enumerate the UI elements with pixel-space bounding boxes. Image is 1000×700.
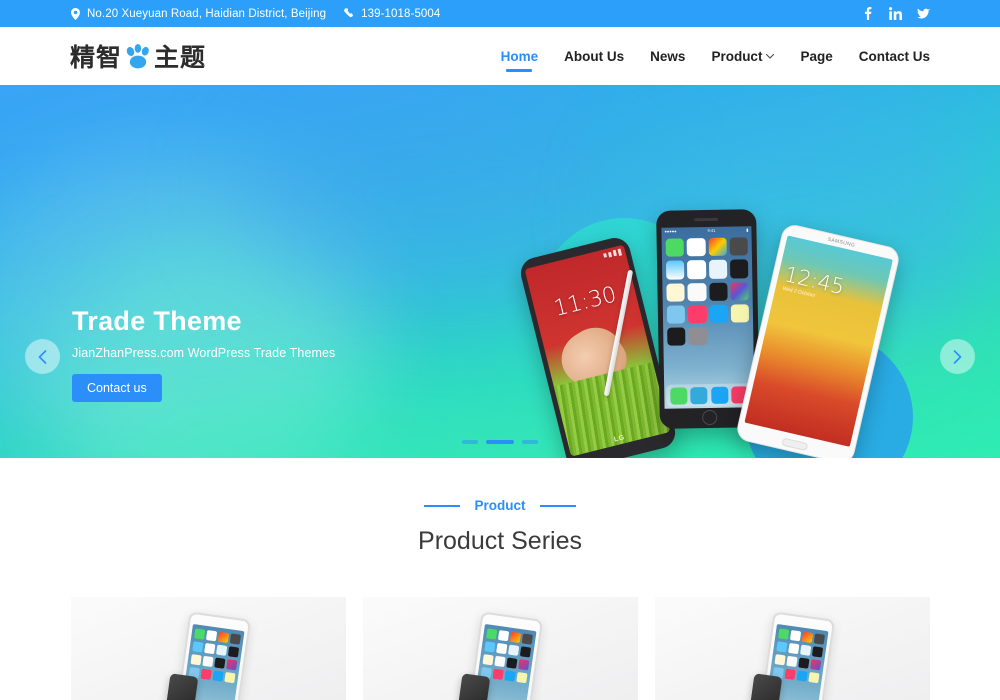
twitter-icon[interactable]: [917, 7, 930, 20]
slider-dot-1[interactable]: [462, 440, 478, 444]
location-pin-icon: [70, 7, 81, 20]
chevron-right-icon: [953, 349, 962, 364]
slider-dot-2[interactable]: [486, 440, 514, 444]
facebook-icon[interactable]: [861, 7, 874, 20]
linkedin-icon[interactable]: [889, 7, 902, 20]
slider-next-button[interactable]: [940, 339, 975, 374]
nav-item-contact-us[interactable]: Contact Us: [859, 27, 930, 85]
nav-item-news[interactable]: News: [650, 27, 685, 85]
section-title: Product Series: [418, 527, 582, 555]
hero-contact-button[interactable]: Contact us: [72, 373, 162, 402]
hero-caption: Trade Theme JianZhanPress.com WordPress …: [72, 306, 336, 402]
paw-print-icon: [124, 43, 152, 69]
address-text: No.20 Xueyuan Road, Haidian District, Be…: [87, 7, 327, 20]
main-navigation: Home About Us News Product Page Contact …: [501, 27, 930, 85]
phone-icon: [344, 8, 355, 20]
nav-label-about-us: About Us: [564, 48, 625, 64]
product-section: Product Product Series: [0, 458, 1000, 700]
samsung-note-image: SAMSUNG 12:45 Wed 2 October: [734, 222, 902, 458]
hero-slider: 11:30 LG ●●●●● 9:41 ▮ SAMSUNG 12:45 Wed …: [0, 85, 1000, 458]
nav-item-product[interactable]: Product: [711, 27, 775, 85]
iphone-time: 9:41: [707, 227, 716, 233]
product-image-3: [654, 597, 930, 700]
chevron-down-icon: [766, 53, 775, 59]
product-card-list: [0, 597, 1000, 700]
eyebrow-dash-right: [539, 504, 576, 507]
product-card-2[interactable]: [362, 597, 638, 700]
phone-item[interactable]: 139-1018-5004: [344, 8, 440, 20]
address-item: No.20 Xueyuan Road, Haidian District, Be…: [70, 7, 327, 20]
nav-label-news: News: [650, 48, 686, 64]
nav-label-home: Home: [500, 48, 539, 64]
eyebrow-dash-left: [424, 504, 461, 507]
nav-label-contact-us: Contact Us: [858, 48, 930, 64]
nav-item-about-us[interactable]: About Us: [564, 27, 624, 85]
nav-label-product: Product: [711, 48, 763, 64]
product-image-1: [70, 597, 346, 700]
top-bar: No.20 Xueyuan Road, Haidian District, Be…: [0, 0, 1000, 27]
hero-title: Trade Theme: [72, 306, 242, 336]
chevron-left-icon: [38, 349, 47, 364]
slider-dot-3[interactable]: [522, 440, 538, 444]
site-header: 精智 主题 Home About Us News Product Page Co…: [0, 27, 1000, 85]
product-card-1[interactable]: [70, 597, 346, 700]
top-bar-contact-group: No.20 Xueyuan Road, Haidian District, Be…: [70, 7, 440, 20]
eyebrow-text: Product: [474, 498, 526, 513]
logo-text-left: 精智: [70, 44, 123, 72]
logo-text-right: 主题: [154, 44, 207, 72]
site-logo[interactable]: 精智 主题: [70, 38, 206, 74]
slider-pagination: [0, 440, 1000, 444]
lg-phone-image: 11:30 LG: [517, 234, 679, 458]
slider-prev-button[interactable]: [25, 339, 60, 374]
section-eyebrow: Product: [0, 498, 1000, 513]
nav-item-page[interactable]: Page: [800, 27, 832, 85]
nav-item-home[interactable]: Home: [501, 27, 539, 85]
product-card-3[interactable]: [654, 597, 930, 700]
social-links: [861, 7, 930, 20]
nav-label-page: Page: [800, 48, 833, 64]
hero-subtitle: JianZhanPress.com WordPress Trade Themes: [72, 345, 336, 360]
hero-phones-image: 11:30 LG ●●●●● 9:41 ▮ SAMSUNG 12:45 Wed …: [517, 205, 920, 458]
phone-text: 139-1018-5004: [361, 7, 441, 20]
product-image-2: [362, 597, 638, 700]
